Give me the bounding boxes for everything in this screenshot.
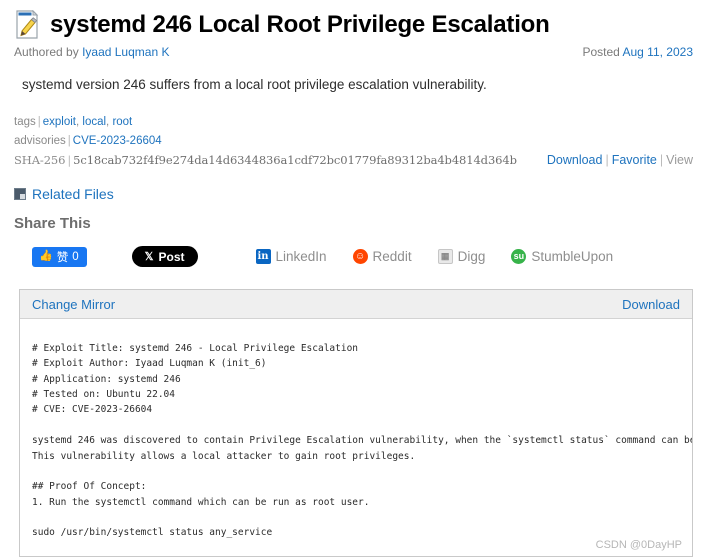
share-stumbleupon[interactable]: su StumbleUpon bbox=[511, 249, 614, 265]
facebook-like-button[interactable]: 👍 赞 0 bbox=[32, 246, 87, 267]
thumbs-up-icon: 👍 bbox=[39, 250, 53, 263]
related-files-link[interactable]: Related Files bbox=[32, 186, 114, 202]
exploit-code-text: # Exploit Title: systemd 246 - Local Pri… bbox=[32, 342, 692, 539]
share-this-heading: Share This bbox=[14, 215, 91, 233]
author-link[interactable]: Iyaad Luqman K bbox=[82, 45, 169, 59]
favorite-link[interactable]: Favorite bbox=[612, 153, 657, 167]
view-link[interactable]: View bbox=[666, 153, 693, 167]
authored-by-label: Authored by bbox=[14, 45, 79, 59]
change-mirror-link[interactable]: Change Mirror bbox=[32, 297, 115, 312]
download-link[interactable]: Download bbox=[547, 153, 603, 167]
linkedin-icon: in bbox=[255, 249, 271, 265]
action-separator-2: | bbox=[659, 153, 664, 168]
facebook-like-label: 赞 bbox=[56, 251, 69, 264]
reddit-label: Reddit bbox=[372, 249, 412, 265]
share-buttons-row: 👍 赞 0 𝕏 Post in LinkedIn ☺ Reddit ▦ Digg… bbox=[14, 246, 693, 268]
share-digg[interactable]: ▦ Digg bbox=[437, 249, 486, 265]
related-files-row[interactable]: Related Files bbox=[14, 186, 693, 202]
page-title: systemd 246 Local Root Privilege Escalat… bbox=[50, 10, 550, 38]
facebook-like-count: 0 bbox=[72, 250, 79, 263]
tag-exploit[interactable]: exploit bbox=[43, 116, 76, 128]
watermark-text: CSDN @0DayHP bbox=[595, 539, 682, 552]
x-post-button[interactable]: 𝕏 Post bbox=[131, 246, 198, 268]
stumbleupon-label: StumbleUpon bbox=[531, 249, 614, 265]
advisory-cve-link[interactable]: CVE-2023-26604 bbox=[73, 135, 162, 147]
reddit-icon: ☺ bbox=[352, 249, 368, 265]
stumbleupon-icon: su bbox=[511, 249, 527, 265]
x-post-label: Post bbox=[158, 249, 185, 264]
byline-row: Authored by Iyaad Luqman K Posted Aug 11… bbox=[14, 45, 693, 59]
code-panel: Change Mirror Download # Exploit Title: … bbox=[19, 289, 693, 557]
linkedin-label: LinkedIn bbox=[275, 249, 327, 265]
code-download-link[interactable]: Download bbox=[622, 297, 680, 312]
title-row: systemd 246 Local Root Privilege Escalat… bbox=[14, 9, 693, 40]
document-pencil-icon bbox=[14, 9, 40, 40]
sha-label: SHA-256 bbox=[14, 153, 66, 168]
action-links: Download | Favorite | View bbox=[547, 150, 693, 170]
description-text: systemd version 246 suffers from a local… bbox=[22, 77, 487, 92]
metadata-block: tags | exploit, local, root advisories | CVE… bbox=[14, 113, 693, 171]
posted-date-link[interactable]: Aug 11, 2023 bbox=[622, 45, 693, 59]
posted-label: Posted bbox=[582, 45, 620, 59]
tag-root[interactable]: root bbox=[112, 116, 132, 128]
sha-row: SHA-256 | 5c18cab732f4f9e274da14d6344836a1… bbox=[14, 150, 693, 170]
code-panel-header: Change Mirror Download bbox=[20, 290, 692, 320]
action-separator-1: | bbox=[605, 153, 609, 168]
page-container: systemd 246 Local Root Privilege Escalat… bbox=[0, 0, 707, 268]
sha-value: 5c18cab732f4f9e274da14d6344836a1cdf72bc0… bbox=[73, 153, 517, 168]
tags-separator: | bbox=[37, 115, 41, 128]
share-linkedin[interactable]: in LinkedIn bbox=[255, 249, 327, 265]
share-reddit[interactable]: ☺ Reddit bbox=[352, 249, 412, 265]
x-logo-icon: 𝕏 bbox=[144, 251, 154, 264]
tags-row: tags | exploit, local, root bbox=[14, 113, 693, 132]
digg-label: Digg bbox=[457, 249, 486, 265]
tag-local[interactable]: local bbox=[82, 116, 106, 128]
sha-separator: | bbox=[67, 153, 72, 168]
related-files-icon bbox=[14, 188, 26, 201]
tags-label: tags bbox=[14, 115, 36, 128]
advisories-row: advisories | CVE-2023-26604 bbox=[14, 132, 693, 151]
digg-icon: ▦ bbox=[437, 249, 453, 265]
sha-left: SHA-256 | 5c18cab732f4f9e274da14d6344836a1… bbox=[14, 151, 517, 170]
authored-by: Authored by Iyaad Luqman K bbox=[14, 45, 169, 59]
advisories-separator: | bbox=[67, 134, 71, 147]
advisories-label: advisories bbox=[14, 134, 66, 147]
posted-on: Posted Aug 11, 2023 bbox=[582, 45, 693, 59]
